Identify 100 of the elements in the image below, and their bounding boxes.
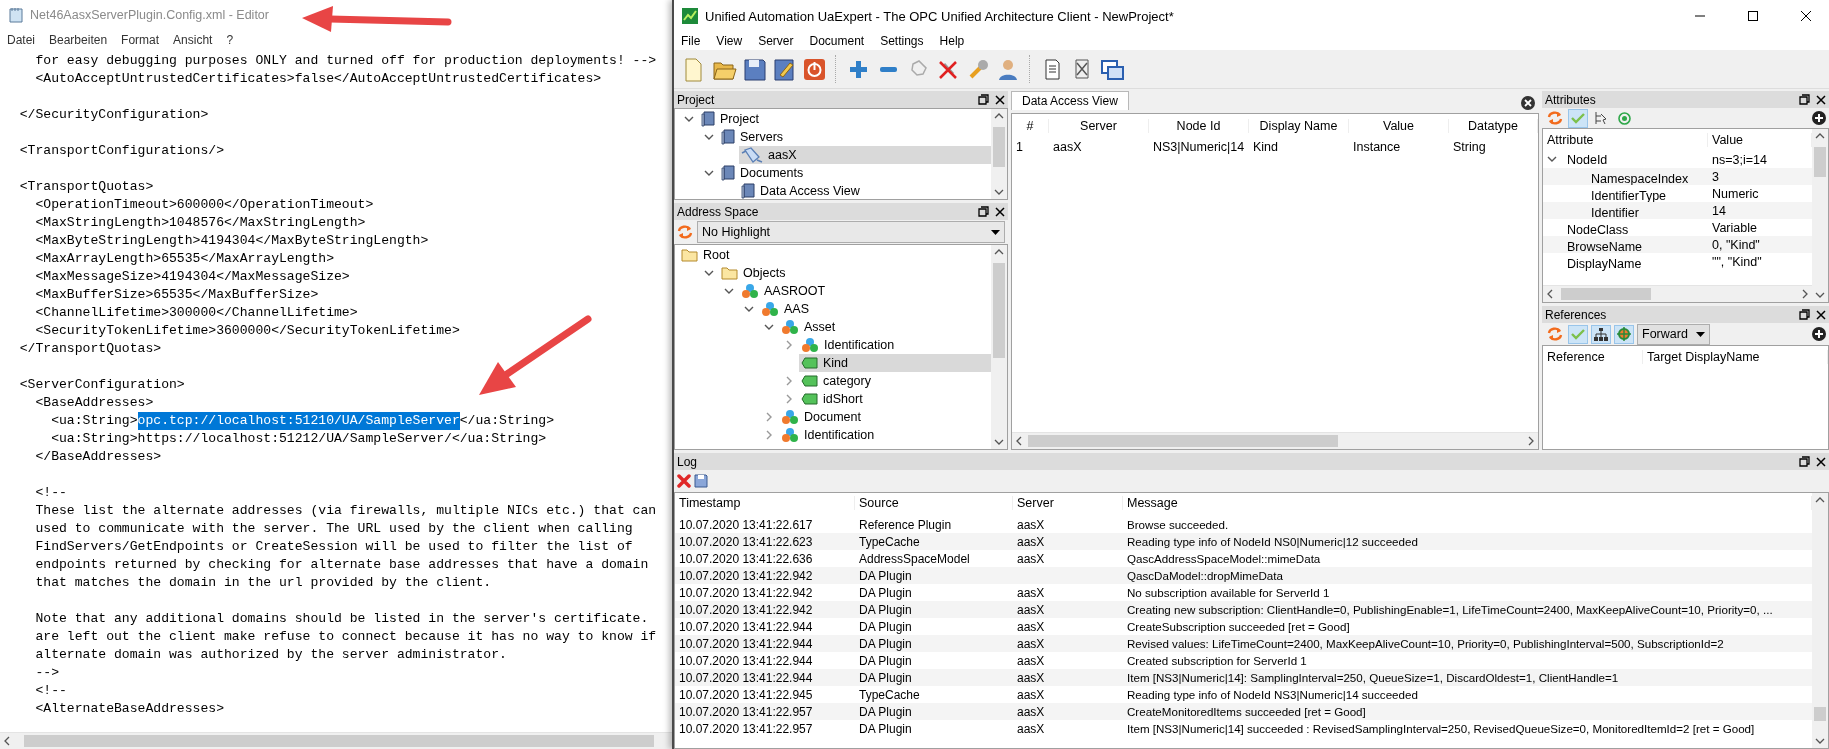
target-icon[interactable] [1617,111,1631,125]
tree-item[interactable]: Data Access View [739,182,991,199]
menu-item[interactable]: Ansicht [173,33,213,47]
tree-item[interactable]: Asset [779,318,991,336]
chevron-right-icon[interactable] [765,430,773,440]
chevron-down-icon[interactable] [684,115,694,123]
hierarchy-icon[interactable] [1594,327,1608,341]
add-icon[interactable] [1812,111,1826,125]
refresh-icon[interactable] [1547,111,1563,125]
column-header[interactable]: Node Id [1149,119,1249,133]
column-header[interactable]: Server [1013,495,1123,510]
chevron-right-icon[interactable] [785,340,793,350]
power-icon[interactable] [801,56,827,82]
folder-icon [721,266,738,280]
tree-item[interactable]: category [799,372,991,390]
scrollbar-thumb[interactable] [1814,147,1826,177]
menu-item[interactable]: Help [939,34,965,48]
chevron-down-icon[interactable] [704,133,714,141]
column-header[interactable]: Display Name [1249,119,1349,133]
chevron-right-icon[interactable] [765,412,773,422]
add-icon[interactable] [1812,327,1826,341]
tree-item[interactable]: Root [679,246,991,264]
document-tab[interactable]: Data Access View [1011,91,1129,110]
menu-item[interactable]: Datei [7,33,35,47]
column-header[interactable]: # [1012,119,1049,133]
float-icon[interactable] [1799,309,1810,320]
tree-item[interactable]: AASROOT [739,282,991,300]
check-icon[interactable] [1571,112,1585,124]
refresh-icon[interactable] [677,225,693,239]
direction-dropdown[interactable]: Forward [1637,323,1710,345]
column-header[interactable]: Datatype [1449,119,1538,133]
menu-item[interactable]: Format [121,33,160,47]
table-cell-text: 0, "Kind" [1711,237,1761,252]
edit-document-icon[interactable] [771,56,797,82]
crosshair-icon[interactable] [1617,327,1631,341]
menu-item[interactable]: Document [809,34,865,48]
save-icon[interactable] [741,56,767,82]
column-header[interactable]: Timestamp [675,495,855,510]
chevron-right-icon[interactable] [785,376,793,386]
maximize-icon[interactable] [1748,11,1758,21]
table-cell-text: "", "Kind" [1711,254,1763,269]
column-header[interactable]: Attribute [1543,133,1708,147]
scrollbar-thumb[interactable] [24,735,654,747]
menu-item[interactable]: File [681,34,701,48]
tree-item[interactable]: AAS [759,300,991,318]
menu-item[interactable]: View [716,34,743,48]
scrollbar-thumb[interactable] [993,263,1005,358]
column-header[interactable]: Server [1049,119,1149,133]
chevron-down-icon[interactable] [744,305,754,313]
tree-item[interactable]: Project [699,110,991,128]
clear-icon[interactable] [677,474,691,488]
close-icon[interactable] [1816,309,1826,320]
float-icon[interactable] [978,206,989,217]
chevron-right-icon[interactable] [785,394,793,404]
float-icon[interactable] [1799,456,1810,467]
menu-item[interactable]: Settings [880,34,924,48]
tree-item[interactable]: Documents [719,164,991,182]
menu-item[interactable]: Server [758,34,794,48]
table-cell-text: Reading type info of NodeId NS0|Numeric|12 succeeded [1126,535,1419,548]
menu-item[interactable]: Bearbeiten [49,33,108,47]
chevron-down-icon[interactable] [704,269,714,277]
table-cell-text: Item [NS3|Numeric|14] succeeded : RevisedSamplingInterval=250, RevisedQueueSize=0, MonitoredItemId=2 [ret = Good] [1126,722,1756,735]
refresh-icon[interactable] [1547,327,1563,341]
save-icon[interactable] [694,474,708,488]
tree-item[interactable]: Document [779,408,991,426]
scrollbar-thumb[interactable] [1561,288,1651,300]
tree-item[interactable]: idShort [799,390,991,408]
column-header[interactable]: Reference [1543,350,1643,364]
tree-item[interactable]: Objects [719,264,991,282]
tree-item[interactable]: Identification [779,426,991,444]
scrollbar-thumb[interactable] [993,127,1005,167]
cursor-tree-icon[interactable] [1595,111,1607,125]
check-icon[interactable] [1571,328,1585,340]
column-header[interactable]: Value [1349,119,1449,133]
object-icon [781,409,799,425]
close-icon[interactable] [1816,456,1826,467]
code-text: </ua:String> [459,412,555,430]
highlight-dropdown[interactable]: No Highlight [697,221,1005,243]
close-icon[interactable] [995,206,1005,217]
scrollbar-thumb[interactable] [1814,707,1826,721]
column-header[interactable]: Target DisplayName [1643,350,1828,364]
chevron-down-icon[interactable] [1547,156,1557,164]
scrollbar-thumb[interactable] [1028,435,1338,447]
close-icon[interactable] [1816,94,1826,105]
tree-item[interactable]: Kind [799,354,991,372]
tree-item[interactable]: Servers [719,128,991,146]
table-cell-text: 10.07.2020 13:41:22.944 [678,636,814,651]
close-icon[interactable] [1801,11,1811,21]
close-icon[interactable] [1521,96,1535,110]
chevron-down-icon[interactable] [724,287,734,295]
float-icon[interactable] [978,94,989,105]
chevron-down-icon[interactable] [764,323,774,331]
tree-item[interactable]: aasX [739,146,991,164]
column-header[interactable]: Source [855,495,1013,510]
chevron-down-icon[interactable] [704,169,714,177]
tree-item[interactable]: Identification [799,336,991,354]
table-cell-text: aasX [1016,670,1046,685]
float-icon[interactable] [1799,94,1810,105]
menu-item[interactable]: ? [226,33,234,47]
close-icon[interactable] [995,94,1005,105]
